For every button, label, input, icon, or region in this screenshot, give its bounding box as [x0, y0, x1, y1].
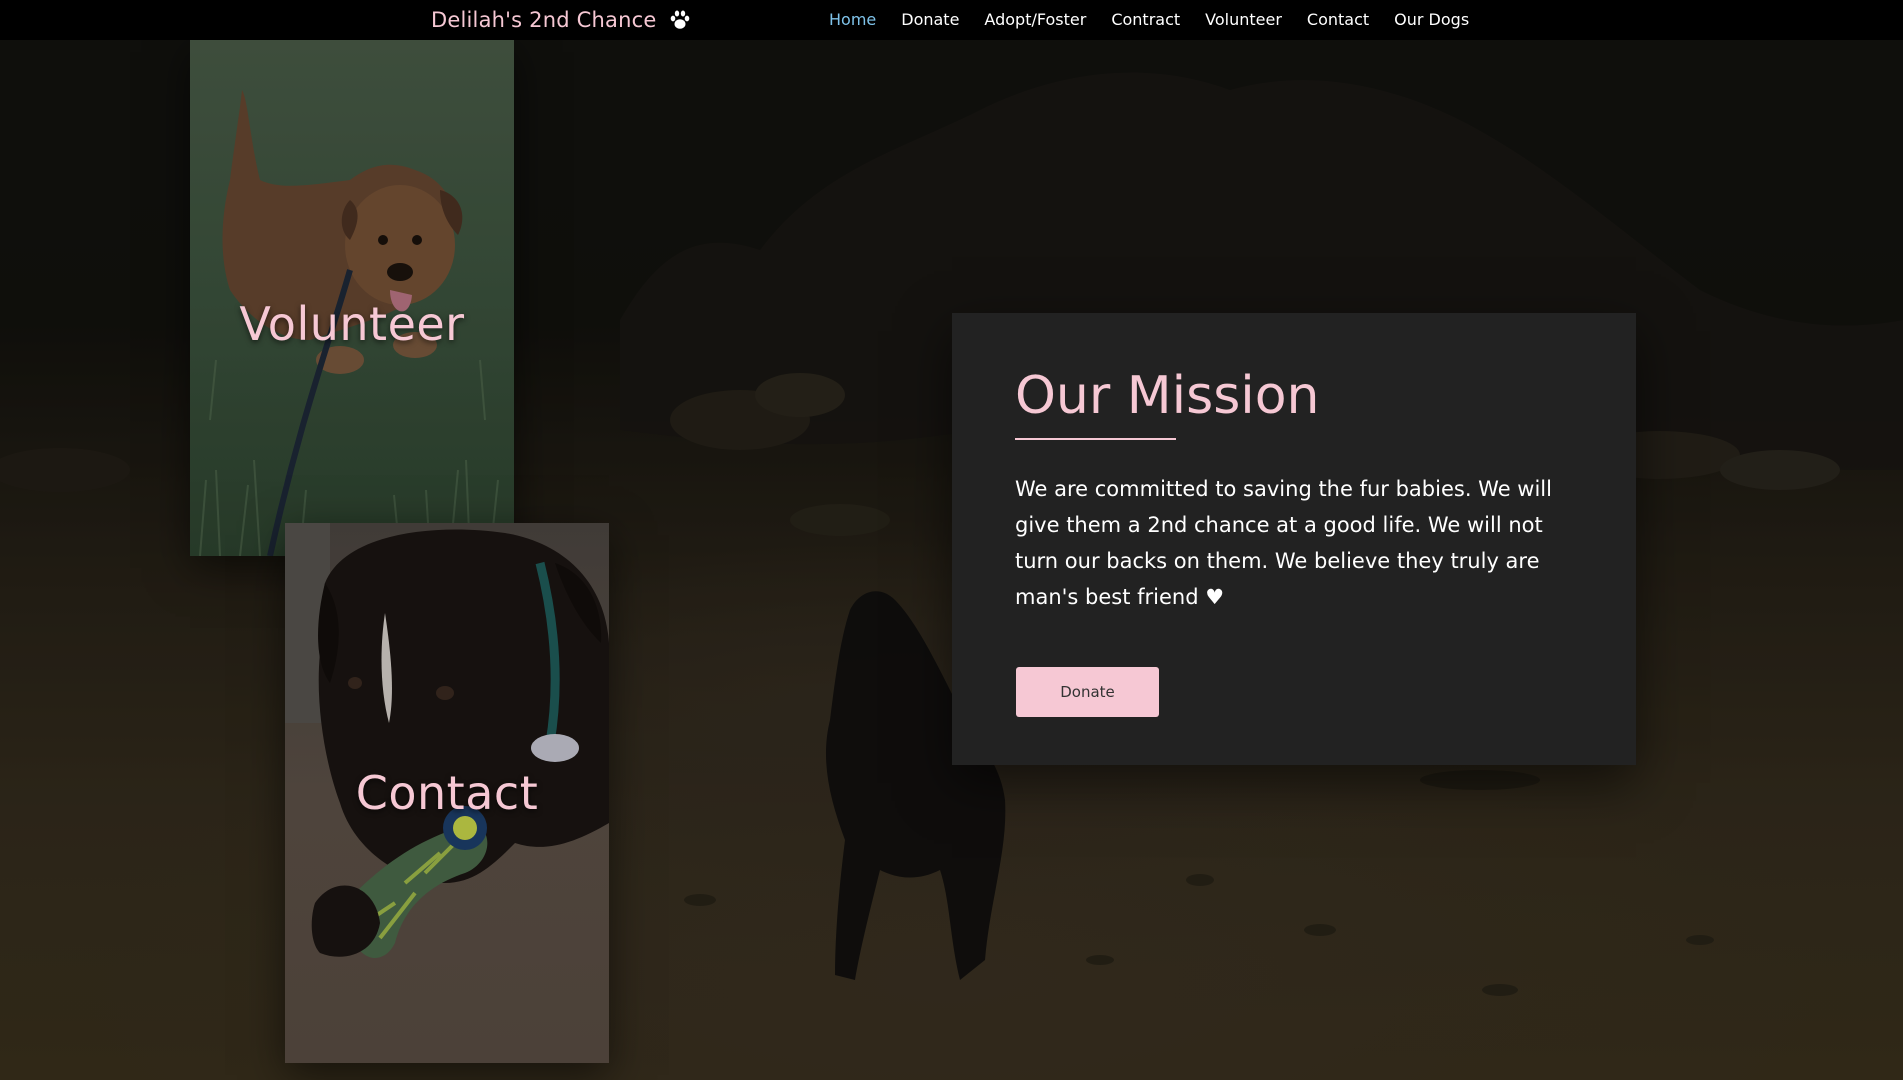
- nav-links: Home Donate Adopt/Foster Contract Volunt…: [829, 9, 1494, 31]
- top-navigation-bar: Delilah's 2nd Chance Home Donate Adopt/F…: [0, 0, 1903, 40]
- nav-link-donate[interactable]: Donate: [901, 9, 959, 31]
- nav-link-our-dogs[interactable]: Our Dogs: [1394, 9, 1469, 31]
- site-brand-name: Delilah's 2nd Chance: [431, 8, 657, 32]
- donate-button[interactable]: Donate: [1016, 667, 1159, 717]
- mission-panel: Our Mission We are committed to saving t…: [952, 313, 1636, 765]
- site-brand-link[interactable]: Delilah's 2nd Chance: [431, 6, 692, 34]
- volunteer-card-title: Volunteer: [239, 297, 465, 351]
- volunteer-card[interactable]: Volunteer: [190, 40, 514, 556]
- mission-title-underline: [1015, 438, 1176, 440]
- nav-link-volunteer[interactable]: Volunteer: [1205, 9, 1282, 31]
- contact-card-title: Contact: [355, 766, 539, 820]
- nav-link-contract[interactable]: Contract: [1111, 9, 1180, 31]
- nav-link-contact[interactable]: Contact: [1307, 9, 1369, 31]
- mission-title: Our Mission: [1015, 366, 1320, 426]
- nav-link-home[interactable]: Home: [829, 9, 876, 31]
- mission-statement: We are committed to saving the fur babie…: [1015, 477, 1552, 609]
- nav-link-adopt-foster[interactable]: Adopt/Foster: [984, 9, 1086, 31]
- paw-icon: [668, 8, 692, 32]
- contact-card[interactable]: Contact: [285, 523, 609, 1063]
